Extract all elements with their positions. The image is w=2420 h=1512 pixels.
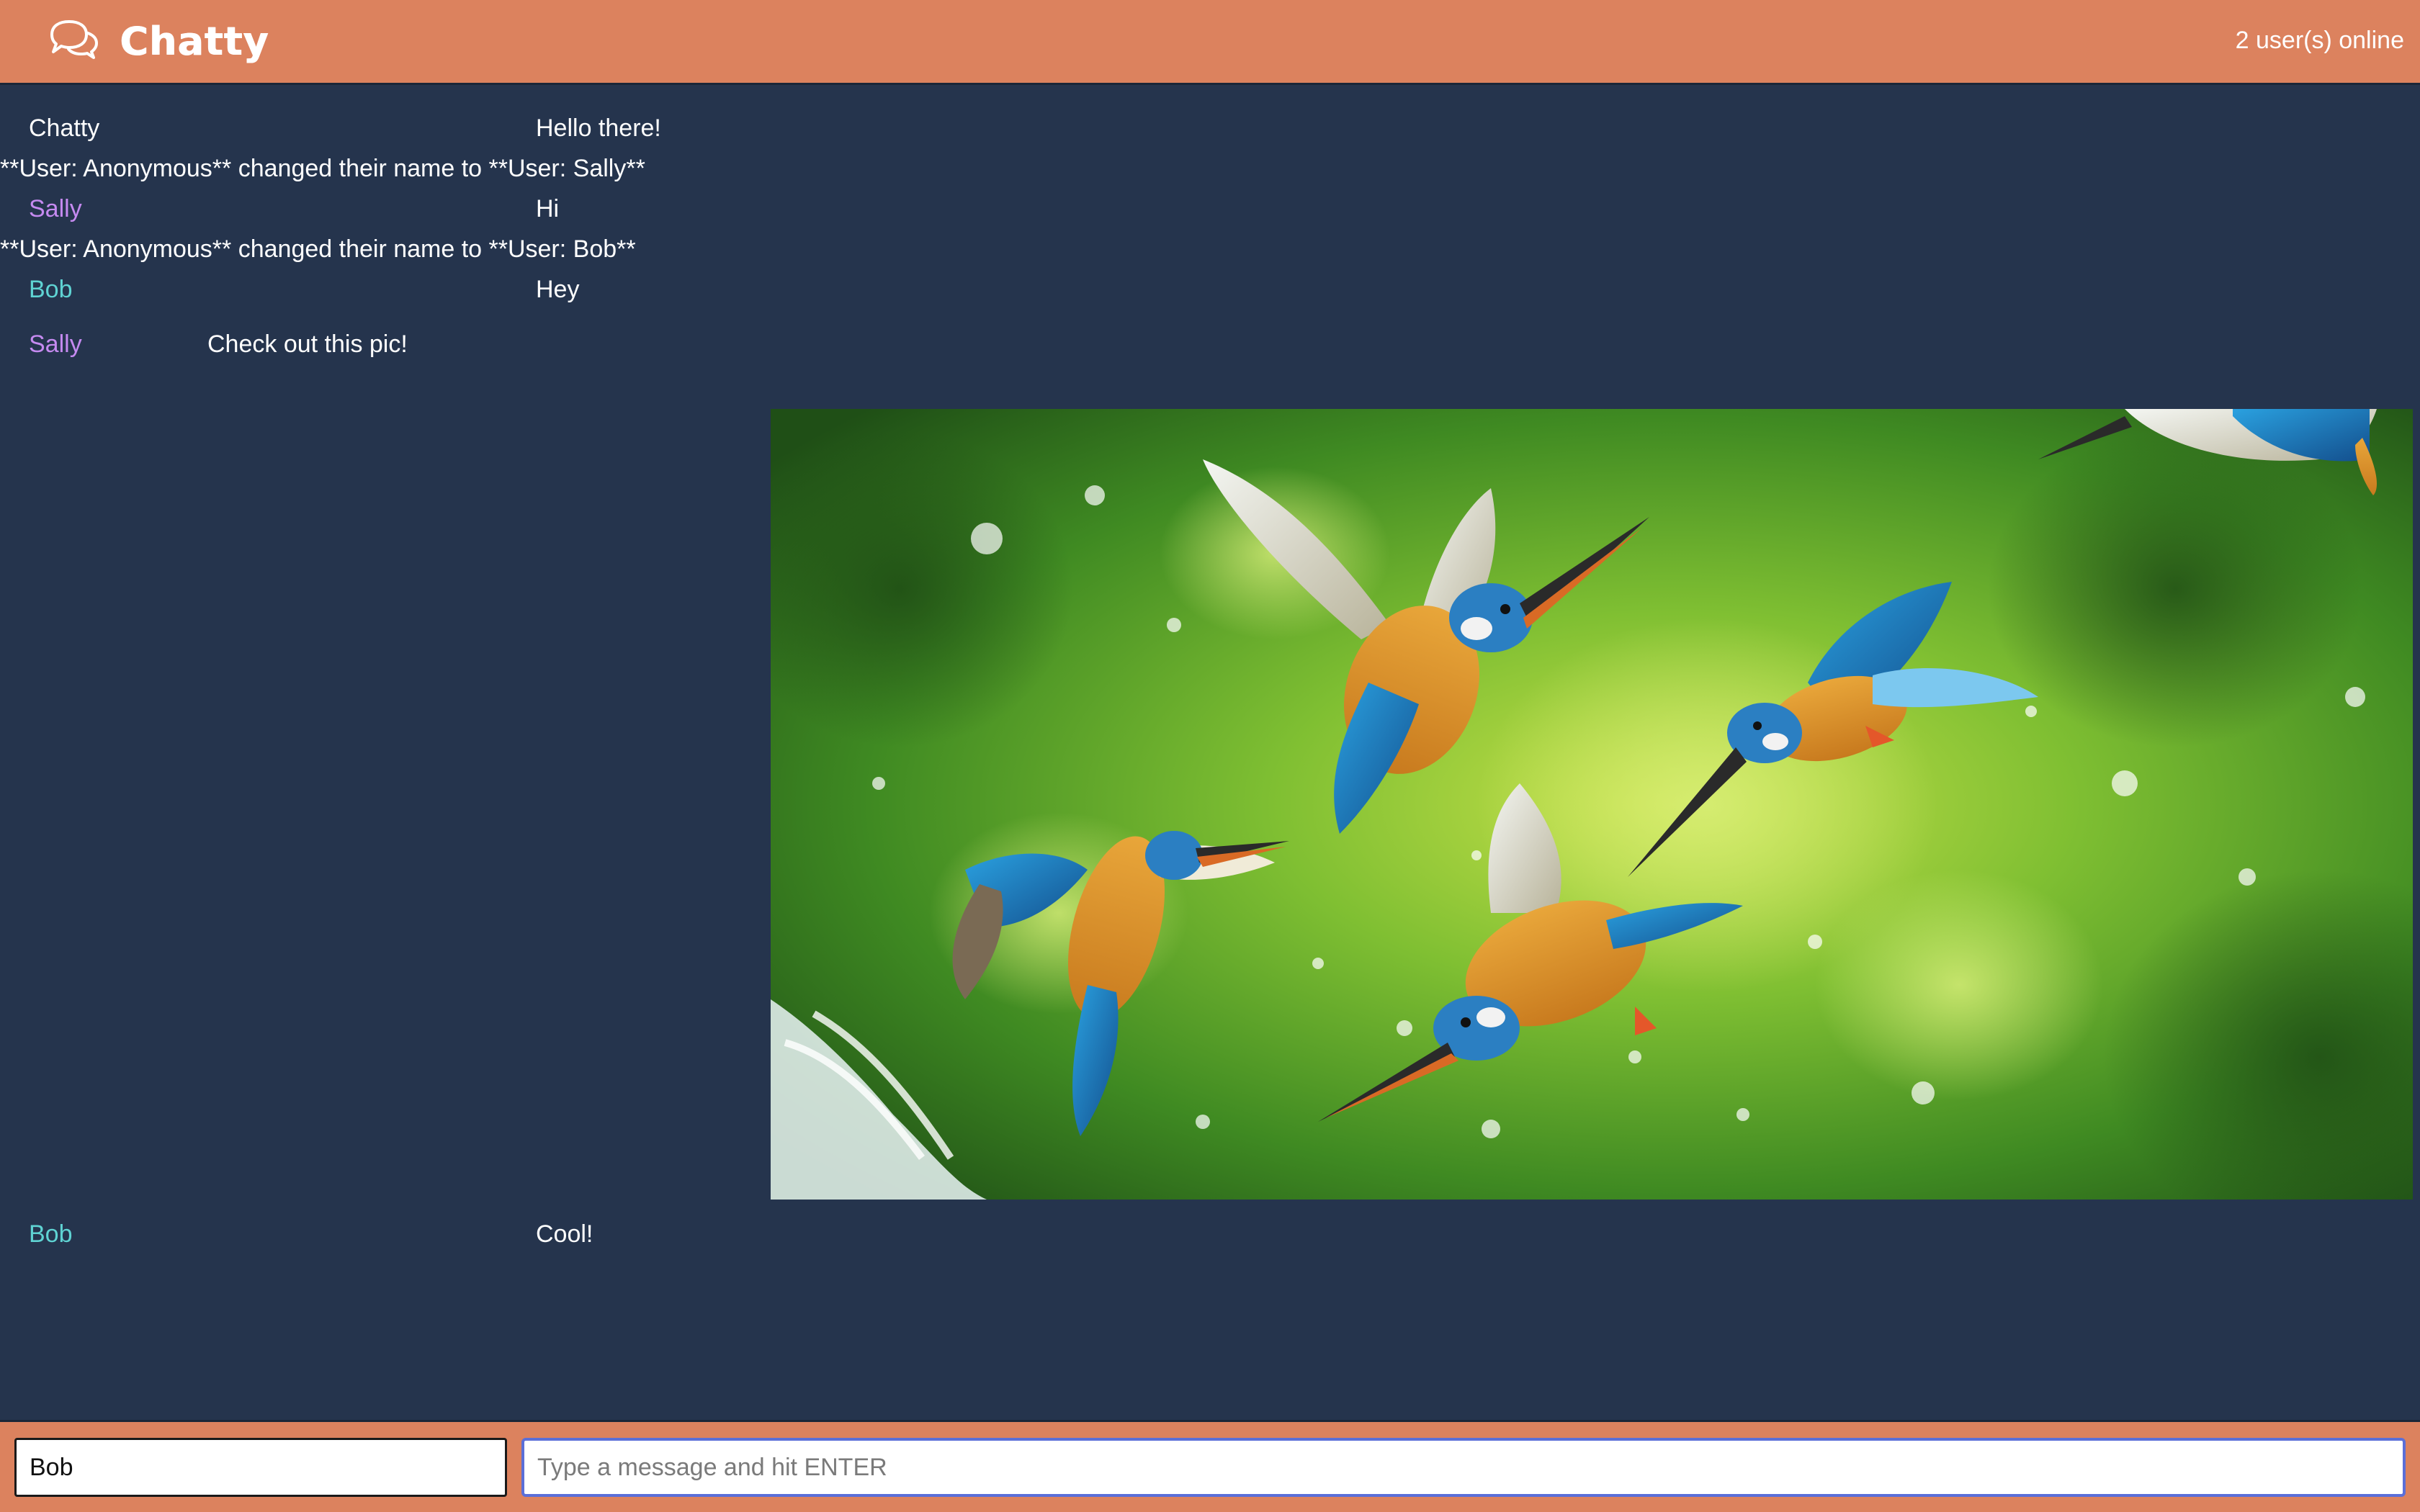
message-text: Hello there! (536, 114, 661, 142)
message-text: Hi (536, 195, 560, 222)
message-text: Cool! (536, 1220, 593, 1248)
message-input[interactable] (521, 1438, 2406, 1497)
chat-bubbles-icon (50, 20, 98, 59)
app-header: Chatty 2 user(s) online (0, 0, 2420, 85)
message-username: Bob (29, 1220, 73, 1248)
kingfishers-photo[interactable] (771, 409, 2413, 1200)
message-username: Sally (29, 195, 82, 222)
username-input[interactable] (14, 1438, 507, 1497)
app-title: Chatty (120, 19, 269, 64)
system-message-text: **User: Anonymous** changed their name t… (0, 235, 636, 263)
message-list[interactable]: Chatty Hello there! **User: Anonymous** … (0, 85, 2420, 1420)
message-username: Sally (29, 330, 82, 358)
composer-bar (0, 1420, 2420, 1512)
online-status: 2 user(s) online (2235, 27, 2404, 54)
message-text: Hey (536, 276, 580, 303)
chat-app: Chatty 2 user(s) online Chatty Hello the… (0, 0, 2420, 1512)
system-message-text: **User: Anonymous** changed their name t… (0, 155, 645, 182)
message-username: Chatty (29, 114, 100, 142)
kingfishers-photo-graphic (771, 409, 2413, 1200)
message-text: Check out this pic! (207, 330, 408, 358)
message-username: Bob (29, 276, 73, 303)
